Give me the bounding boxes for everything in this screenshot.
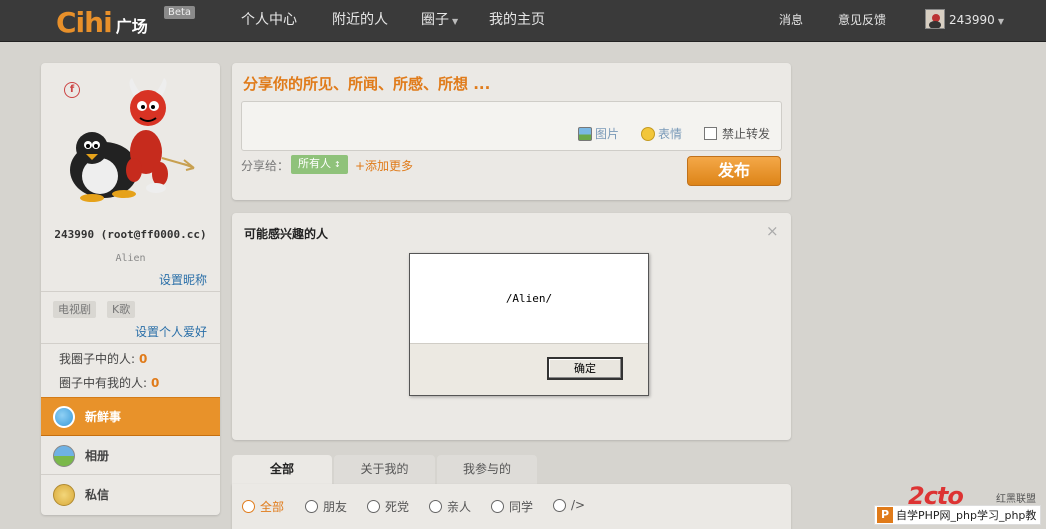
filter-label: 全部: [260, 500, 285, 514]
stat-my-circle-count[interactable]: 我圈子中的人: 0: [59, 350, 147, 367]
smiley-icon: [641, 126, 655, 141]
alert-message: /Alien/: [505, 292, 553, 305]
insert-image-label: 图片: [595, 127, 620, 141]
set-nickname-link[interactable]: 设置昵称: [159, 271, 207, 288]
sidebar-item-news-feed[interactable]: 新鲜事: [41, 397, 220, 436]
user-avatar[interactable]: [925, 9, 945, 29]
post-text-input[interactable]: [241, 101, 782, 151]
filter-injected[interactable]: />: [553, 498, 585, 512]
profile-alias: Alien: [115, 253, 146, 264]
chevron-down-icon: ▼: [452, 17, 459, 26]
profile-avatar[interactable]: [62, 78, 196, 208]
filter-family[interactable]: 亲人: [429, 498, 471, 515]
post-composer-title: 分享你的所见、所闻、所感、所想 ...: [243, 75, 491, 93]
close-icon[interactable]: ×: [766, 222, 779, 240]
share-audience-select[interactable]: 所有人 ↕: [291, 155, 348, 174]
publish-button[interactable]: 发布: [687, 156, 781, 186]
top-navigation-bar: Cihi 广场 Beta 个人中心 附近的人 圈子 ▼ 我的主页 消息 意见反馈 …: [0, 0, 1046, 42]
filter-label: 死党: [385, 500, 410, 514]
insert-image-button[interactable]: 图片: [578, 125, 619, 142]
mail-icon: [53, 483, 75, 506]
checkbox-icon: [704, 127, 717, 140]
stat-value: 0: [151, 376, 160, 390]
set-hobby-link[interactable]: 设置个人爱好: [135, 323, 207, 340]
chevron-down-icon: ↕: [334, 160, 341, 169]
tab-about-me[interactable]: 关于我的: [334, 455, 435, 485]
alert-ok-button[interactable]: 确定: [547, 357, 623, 380]
stat-value: 0: [139, 352, 148, 366]
nav-messages[interactable]: 消息: [779, 12, 803, 28]
stat-label: 我圈子中的人:: [59, 352, 136, 366]
nav-username: 243990: [949, 13, 995, 27]
image-icon: [578, 126, 592, 141]
share-audience-value: 所有人: [298, 157, 331, 170]
alert-dialog: /Alien/ 确定: [409, 253, 649, 396]
filter-classmates[interactable]: 同学: [491, 498, 533, 515]
no-forward-checkbox[interactable]: 禁止转发: [704, 125, 770, 142]
nav-feedback[interactable]: 意见反馈: [838, 12, 886, 28]
profile-username: 243990 (root@ff0000.cc): [54, 228, 207, 241]
nav-circles-label: 圈子: [421, 12, 449, 28]
watermark-logo-text: 红黑联盟: [996, 494, 1036, 505]
insert-emoji-button[interactable]: 表情: [641, 125, 682, 142]
site-logo[interactable]: Cihi 广场: [56, 4, 148, 38]
beta-badge: Beta: [164, 6, 196, 19]
divider: [41, 291, 220, 292]
radio-icon: [429, 500, 442, 513]
filter-best-friends[interactable]: 死党: [367, 498, 409, 515]
filter-label: />: [571, 498, 586, 512]
hobby-tag[interactable]: K歌: [107, 301, 136, 318]
no-forward-label: 禁止转发: [722, 127, 771, 141]
radio-icon: [553, 498, 566, 512]
nav-user-menu[interactable]: 243990 ▼: [949, 12, 1004, 30]
logo-text: 广场: [115, 17, 148, 36]
album-icon: [53, 444, 75, 467]
stat-in-others-circle-count[interactable]: 圈子中有我的人: 0: [59, 374, 159, 391]
filter-all[interactable]: 全部: [242, 498, 284, 515]
people-you-may-know-title: 可能感兴趣的人: [244, 227, 329, 241]
sidebar-item-label: 私信: [85, 488, 110, 502]
radio-icon: [491, 500, 504, 513]
radio-icon: [242, 500, 255, 513]
nav-my-homepage[interactable]: 我的主页: [489, 11, 545, 29]
stat-label: 圈子中有我的人:: [59, 376, 148, 390]
insert-emoji-label: 表情: [658, 127, 683, 141]
chat-bubble-icon: [53, 405, 75, 428]
sidebar-item-label: 相册: [85, 449, 110, 463]
chevron-down-icon: ▼: [997, 17, 1004, 26]
sidebar-item-label: 新鲜事: [85, 410, 122, 424]
watermark-text: 自学PHP网_php学习_php教: [896, 509, 1037, 522]
filter-friends[interactable]: 朋友: [305, 498, 347, 515]
add-more-audience-link[interactable]: +添加更多: [355, 157, 413, 174]
tab-participated[interactable]: 我参与的: [437, 455, 537, 485]
hobby-tag[interactable]: 电视剧: [53, 301, 96, 318]
logo-mark: Cihi: [56, 6, 113, 39]
sidebar-item-album[interactable]: 相册: [41, 436, 220, 475]
filter-label: 亲人: [447, 500, 472, 514]
filter-label: 同学: [509, 500, 534, 514]
filter-label: 朋友: [323, 500, 348, 514]
radio-icon: [305, 500, 318, 513]
sidebar-item-private-message[interactable]: 私信: [41, 475, 220, 514]
tab-all[interactable]: 全部: [232, 455, 332, 486]
nav-personal-center[interactable]: 个人中心: [241, 11, 297, 29]
php-site-icon: P: [877, 507, 893, 523]
divider: [41, 343, 220, 344]
nav-circles[interactable]: 圈子 ▼: [421, 11, 458, 31]
watermark-banner: P 自学PHP网_php学习_php教: [874, 505, 1042, 525]
share-to-label: 分享给：: [241, 159, 290, 173]
nav-nearby-people[interactable]: 附近的人: [332, 11, 388, 29]
radio-icon: [367, 500, 380, 513]
alert-dialog-body: /Alien/: [410, 254, 648, 344]
